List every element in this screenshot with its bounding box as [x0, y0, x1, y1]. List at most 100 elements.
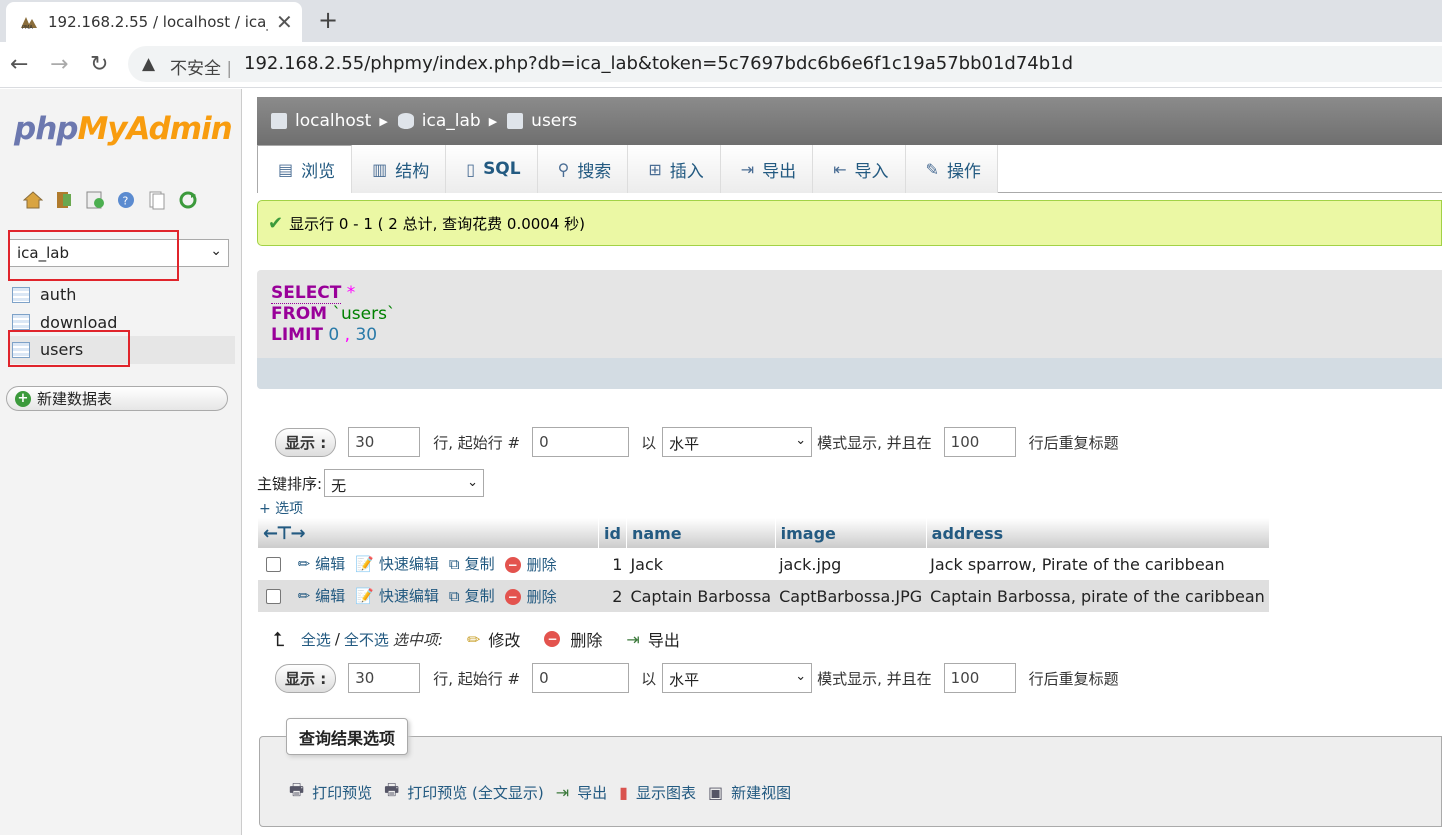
tab-structure[interactable]: ▥ 结构 — [352, 145, 447, 193]
rows-input[interactable]: 30 — [348, 663, 421, 693]
docs-icon[interactable] — [146, 189, 168, 211]
cell-name[interactable]: Captain Barbossa — [626, 580, 776, 612]
delete-link[interactable]: − 删除 — [504, 554, 557, 575]
breadcrumb-database[interactable]: ica_lab — [397, 111, 481, 131]
bulk-export-button[interactable]: ⇥ 导出 — [626, 627, 679, 651]
row-checkbox[interactable] — [265, 588, 281, 604]
query-window-icon[interactable] — [84, 189, 106, 211]
display-mode-select[interactable]: 水平 ⌄ — [662, 663, 813, 693]
reload-icon[interactable]: ↻ — [90, 52, 108, 77]
table-item-auth[interactable]: auth — [10, 281, 235, 309]
copy-link[interactable]: ⧉ 复制 — [449, 553, 495, 574]
breadcrumb-server[interactable]: localhost — [271, 111, 371, 131]
repeat-suffix: 行后重复标题 — [1028, 669, 1119, 688]
export-icon: ⇥ — [740, 159, 755, 179]
cell-id[interactable]: 2 — [598, 580, 627, 612]
edit-link[interactable]: ✏ 编辑 — [298, 585, 346, 606]
tab-search[interactable]: ⚲ 搜索 — [537, 145, 629, 193]
quick-edit-link[interactable]: 📝 快速编辑 — [355, 553, 439, 574]
back-icon[interactable]: ← — [10, 52, 28, 77]
start-row-input[interactable]: 0 — [532, 663, 630, 693]
breadcrumb-table[interactable]: users — [507, 111, 577, 131]
url-text: 192.168.2.55/phpmy/index.php?db=ica_lab&… — [244, 53, 1074, 74]
row-checkbox[interactable] — [265, 556, 281, 572]
quick-edit-link[interactable]: 📝 快速编辑 — [355, 585, 439, 606]
forward-icon[interactable]: → — [50, 52, 68, 77]
printer-icon: 🖶 — [384, 780, 400, 799]
sql-icon: ▯ — [466, 159, 476, 179]
repeat-headers-input[interactable]: 100 — [943, 663, 1016, 693]
display-chart-link[interactable]: ▮ 显示图表 — [619, 782, 696, 803]
new-table-button[interactable]: + 新建数据表 — [6, 386, 228, 411]
bar-chart-icon: ▮ — [619, 783, 628, 802]
bulk-change-button[interactable]: ✏ 修改 — [467, 627, 520, 651]
print-view-full-link[interactable]: 🖶 打印预览 (全文显示) — [384, 779, 544, 806]
column-arrows-icon[interactable]: ←⊤→ — [263, 523, 306, 544]
bulk-delete-button[interactable]: − 删除 — [544, 627, 602, 651]
view-icon: ▣ — [707, 783, 724, 802]
sort-select[interactable]: 无 ⌄ — [324, 469, 485, 497]
options-toggle-link[interactable]: + 选项 — [259, 498, 303, 518]
edit-link[interactable]: ✏ 编辑 — [298, 553, 346, 574]
navigation-row-top: 显示 : 30 行, 起始行 # 0 以 水平 ⌄ 模式显示, 并且在 100 行… — [275, 427, 1119, 457]
cell-image[interactable]: CaptBarbossa.JPG — [775, 580, 927, 612]
chevron-down-icon: ⌄ — [795, 433, 807, 448]
display-mode-select[interactable]: 水平 ⌄ — [662, 427, 813, 457]
tab-import[interactable]: ⇤ 导入 — [813, 145, 906, 193]
browser-tab[interactable]: PMA 192.168.2.55 / localhost / ica_lab ✕ — [6, 2, 302, 42]
chevron-down-icon: ⌄ — [467, 475, 479, 490]
insecure-label: 不安全 | — [170, 59, 233, 79]
delete-icon: − — [504, 556, 521, 573]
breadcrumb: localhost ▶ ica_lab ▶ users — [257, 97, 1442, 145]
delete-link[interactable]: − 删除 — [504, 586, 557, 607]
wrench-icon: ✎ — [925, 159, 939, 179]
results-table: ←⊤→ id name image address ✏ 编辑 📝 快速编辑 ⧉ 复制 − 删除… — [257, 518, 1269, 612]
database-icon — [397, 113, 414, 129]
export-link[interactable]: ⇥ 导出 — [556, 782, 607, 803]
table-icon — [507, 113, 524, 129]
repeat-headers-input[interactable]: 100 — [943, 427, 1016, 457]
create-view-link[interactable]: ▣ 新建视图 — [708, 782, 791, 803]
logout-icon[interactable] — [53, 189, 75, 211]
address-bar[interactable]: ▲ 不安全 | 192.168.2.55/phpmy/index.php?db=… — [128, 46, 1442, 82]
phpmyadmin-logo[interactable]: phpMyAdmin — [14, 111, 233, 147]
column-header-address[interactable]: address — [925, 518, 1269, 548]
cell-image[interactable]: jack.jpg — [775, 548, 927, 580]
tab-export[interactable]: ⇥ 导出 — [720, 145, 814, 193]
reload-navigation-icon[interactable] — [177, 189, 199, 211]
sort-row: 主键排序: 无 ⌄ — [257, 469, 485, 497]
column-arrows-header: ←⊤→ — [257, 518, 599, 548]
browser-tabstrip: PMA 192.168.2.55 / localhost / ica_lab ✕… — [0, 0, 1442, 42]
rows-input[interactable]: 30 — [348, 427, 421, 457]
arrow-ltr-icon: ⮤ — [273, 627, 285, 651]
show-button[interactable]: 显示 : — [275, 663, 337, 693]
print-view-link[interactable]: 🖶 打印预览 — [289, 779, 372, 806]
tab-sql[interactable]: ▯ SQL — [446, 145, 538, 193]
copy-link[interactable]: ⧉ 复制 — [449, 585, 495, 606]
tab-insert[interactable]: ⊞ 插入 — [628, 145, 721, 193]
cell-address[interactable]: Captain Barbossa, pirate of the caribbea… — [926, 580, 1269, 612]
cell-id[interactable]: 1 — [598, 548, 627, 580]
cell-name[interactable]: Jack — [626, 548, 776, 580]
column-header-image[interactable]: image — [774, 518, 927, 548]
cell-address[interactable]: Jack sparrow, Pirate of the caribbean — [926, 548, 1269, 580]
show-button[interactable]: 显示 : — [275, 427, 337, 457]
home-icon[interactable] — [22, 189, 44, 211]
check-all-link[interactable]: 全选 — [301, 629, 331, 650]
new-tab-icon[interactable]: + — [318, 6, 338, 34]
table-row: ✏ 编辑 📝 快速编辑 ⧉ 复制 − 删除 1 Jack jack.jpg Jack spar… — [257, 548, 1269, 580]
bulk-actions: ⮤ 全选 / 全不选 选中项: ✏ 修改 − 删除 ⇥ 导出 — [273, 627, 704, 651]
uncheck-all-link[interactable]: 全不选 — [344, 629, 389, 650]
quick-edit-icon: 📝 — [355, 586, 374, 605]
tab-operations[interactable]: ✎ 操作 — [905, 145, 998, 193]
close-tab-icon[interactable]: ✕ — [276, 10, 293, 34]
printer-icon: 🖶 — [289, 780, 305, 799]
column-header-id[interactable]: id — [598, 518, 627, 548]
check-icon: ✔ — [268, 212, 284, 234]
success-message: ✔ 显示行 0 - 1 ( 2 总计, 查询花费 0.0004 秒) — [257, 200, 1442, 246]
start-row-input[interactable]: 0 — [532, 427, 630, 457]
chevron-down-icon: ⌄ — [795, 669, 807, 684]
tab-browse[interactable]: ▤ 浏览 — [257, 145, 353, 193]
column-header-name[interactable]: name — [625, 518, 776, 548]
help-icon[interactable]: ? — [115, 189, 137, 211]
